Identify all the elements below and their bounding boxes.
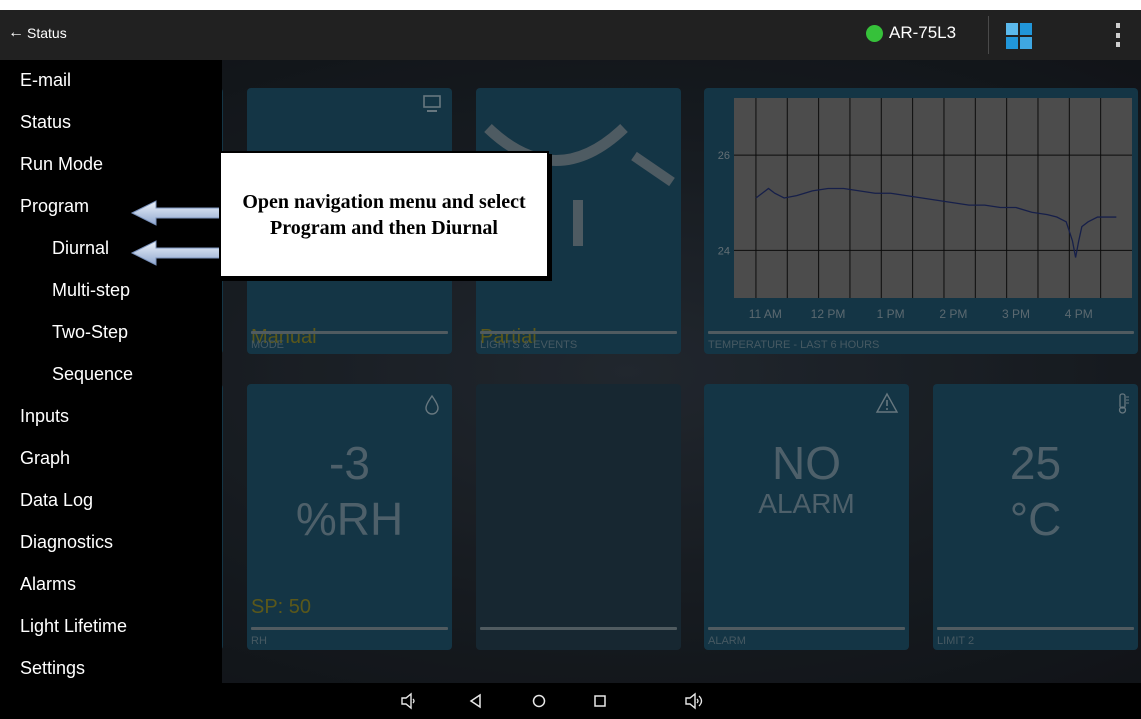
windows-icon[interactable]	[1006, 23, 1032, 49]
nav-item-diagnostics[interactable]: Diagnostics	[20, 532, 113, 553]
nav-item-diurnal[interactable]: Diurnal	[52, 238, 109, 259]
callout-text: Open navigation menu and select Program …	[242, 190, 526, 239]
nav-item-email[interactable]: E-mail	[20, 70, 71, 91]
status-dot-icon	[866, 24, 883, 42]
navigation-drawer: E-mail Status Run Mode Program Diurnal M…	[0, 60, 222, 683]
nav-item-two-step[interactable]: Two-Step	[52, 322, 128, 343]
back-button[interactable]: ← Status	[8, 24, 67, 42]
device-name: AR-75L3	[889, 23, 957, 42]
arrow-left-icon	[130, 240, 223, 266]
system-nav-bar	[0, 683, 1141, 719]
recents-icon[interactable]	[592, 692, 608, 715]
home-icon[interactable]	[531, 692, 547, 715]
back-label: Status	[27, 25, 67, 41]
nav-item-status[interactable]: Status	[20, 112, 71, 133]
nav-item-multi-step[interactable]: Multi-step	[52, 280, 130, 301]
back-icon[interactable]	[468, 692, 484, 715]
nav-item-inputs[interactable]: Inputs	[20, 406, 69, 427]
arrow-left-icon	[130, 200, 223, 226]
action-bar: ← Status AR-75L3	[0, 10, 1141, 60]
volume-down-icon[interactable]	[400, 692, 418, 715]
top-strip	[0, 0, 1141, 10]
nav-item-graph[interactable]: Graph	[20, 448, 70, 469]
arrow-left-icon: ←	[8, 24, 24, 41]
volume-up-icon[interactable]	[684, 692, 706, 715]
nav-item-run-mode[interactable]: Run Mode	[20, 154, 103, 175]
nav-item-program[interactable]: Program	[20, 196, 89, 217]
nav-item-light-lifetime[interactable]: Light Lifetime	[20, 616, 127, 637]
nav-item-settings[interactable]: Settings	[20, 658, 85, 679]
nav-item-sequence[interactable]: Sequence	[52, 364, 133, 385]
overflow-menu-icon[interactable]	[1115, 23, 1121, 47]
nav-item-alarms[interactable]: Alarms	[20, 574, 76, 595]
divider	[988, 16, 989, 54]
nav-item-data-log[interactable]: Data Log	[20, 490, 93, 511]
device-status[interactable]: AR-75L3	[866, 23, 956, 43]
instruction-callout: Open navigation menu and select Program …	[219, 151, 549, 278]
